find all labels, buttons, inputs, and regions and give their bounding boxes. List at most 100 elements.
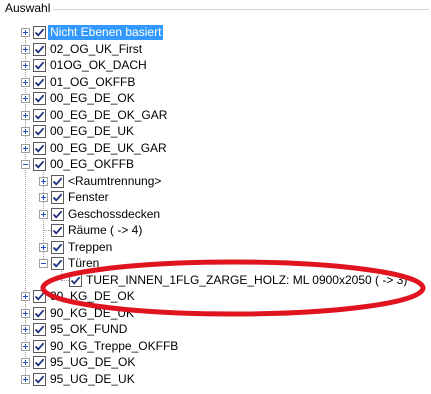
tree-item[interactable]: 00_EG_DE_OK	[21, 90, 137, 106]
tree-item-label: 01_OG_OKFFB	[50, 74, 136, 89]
tree-item-checkbox[interactable]	[51, 223, 64, 237]
expand-icon[interactable]	[21, 27, 30, 37]
tree-item[interactable]: Räume ( -> 4)	[39, 222, 144, 238]
tree-item[interactable]: 01_OG_OKFFB	[21, 74, 137, 90]
tree-item-label: 01OG_OK_DACH	[50, 57, 147, 72]
tree-item[interactable]: Türen	[39, 255, 101, 271]
expand-icon[interactable]	[39, 192, 48, 202]
checkmark-icon	[52, 259, 63, 268]
tree-item[interactable]: TUER_INNEN_1FLG_ZARGE_HOLZ: ML 0900x2050…	[57, 272, 409, 288]
checkmark-icon	[34, 127, 45, 136]
tree-item[interactable]: 95_UG_DE_OK	[21, 354, 137, 370]
tree-item-label: 02_OG_UK_First	[50, 41, 143, 56]
checkmark-icon	[52, 193, 63, 202]
tree-item-checkbox[interactable]	[33, 42, 46, 56]
tree-item[interactable]: 95_UG_DE_UK	[21, 371, 137, 387]
expand-icon[interactable]	[21, 374, 30, 384]
expand-icon[interactable]	[21, 110, 30, 120]
tree-item-checkbox[interactable]	[33, 108, 46, 122]
tree-item-checkbox[interactable]	[51, 256, 64, 270]
expand-icon[interactable]	[21, 93, 30, 103]
checkmark-icon	[34, 358, 45, 367]
expand-icon[interactable]	[21, 44, 30, 54]
tree-item-checkbox[interactable]	[51, 240, 64, 254]
collapse-icon[interactable]	[39, 258, 48, 268]
expand-icon[interactable]	[21, 77, 30, 87]
checkmark-icon	[34, 375, 45, 384]
tree-item[interactable]: 02_OG_UK_First	[21, 41, 144, 57]
tree-item[interactable]: 00_EG_DE_UK_GAR	[21, 140, 169, 156]
tree-item-checkbox[interactable]	[33, 124, 46, 138]
tree-item-checkbox[interactable]	[33, 75, 46, 89]
tree-item-checkbox[interactable]	[51, 207, 64, 221]
tree-item-checkbox[interactable]	[33, 141, 46, 155]
tree-item-label: Fenster	[68, 189, 109, 204]
tree-item-checkbox[interactable]	[33, 355, 46, 369]
tree-item-label: Räume ( -> 4)	[68, 222, 143, 237]
checkmark-icon	[52, 226, 63, 235]
expand-icon[interactable]	[39, 209, 48, 219]
tree-item[interactable]: Treppen	[39, 239, 114, 255]
tree-item-label: <Raumtrennung>	[68, 173, 162, 188]
checkmark-icon	[34, 78, 45, 87]
tree-item-checkbox[interactable]	[51, 174, 64, 188]
tree-item-label: 00_EG_DE_UK_GAR	[50, 140, 167, 155]
tree-item-label: 90_KG_DE_UK	[50, 305, 135, 320]
tree-item[interactable]: 90_KG_DE_UK	[21, 305, 136, 321]
expand-icon[interactable]	[21, 291, 30, 301]
expand-icon[interactable]	[21, 308, 30, 318]
tree-item-checkbox[interactable]	[33, 157, 46, 171]
tree-item-label: 95_UG_DE_OK	[50, 354, 136, 369]
tree-item-checkbox[interactable]	[33, 25, 46, 39]
expand-icon[interactable]	[21, 143, 30, 153]
tree-item[interactable]: 00_EG_DE_UK	[21, 123, 136, 139]
checkmark-icon	[34, 325, 45, 334]
tree-item-checkbox[interactable]	[33, 58, 46, 72]
expand-icon[interactable]	[39, 242, 48, 252]
tree-item[interactable]: <Raumtrennung>	[39, 173, 163, 189]
expand-icon[interactable]	[21, 357, 30, 367]
tree-item[interactable]: Geschossdecken	[39, 206, 162, 222]
tree-item-label: 90_KG_DE_OK	[50, 288, 135, 303]
tree-item[interactable]: Nicht Ebenen basiert	[21, 24, 164, 40]
checkmark-icon	[52, 177, 63, 186]
tree-item[interactable]: Fenster	[39, 189, 111, 205]
expand-icon[interactable]	[21, 60, 30, 70]
checkmark-icon	[52, 210, 63, 219]
tree-item[interactable]: 00_EG_OKFFB	[21, 156, 136, 172]
tree-item-label: Türen	[68, 255, 100, 270]
checkmark-icon	[34, 144, 45, 153]
tree-item-checkbox[interactable]	[33, 91, 46, 105]
tree-item-checkbox[interactable]	[33, 339, 46, 353]
collapse-icon[interactable]	[21, 159, 30, 169]
checkmark-icon	[52, 243, 63, 252]
tree-item-checkbox[interactable]	[33, 322, 46, 336]
tree-item[interactable]: 90_KG_DE_OK	[21, 288, 137, 304]
tree-item[interactable]: 00_EG_DE_OK_GAR	[21, 107, 169, 123]
tree-item[interactable]: 01OG_OK_DACH	[21, 57, 149, 73]
checkmark-icon	[34, 61, 45, 70]
tree-item-checkbox[interactable]	[33, 372, 46, 386]
checkmark-icon	[34, 342, 45, 351]
tree-item[interactable]: 95_OK_FUND	[21, 321, 129, 337]
tree-view[interactable]: Nicht Ebenen basiert 02_OG_UK_First 01OG_O…	[0, 0, 431, 394]
tree-item-checkbox[interactable]	[33, 306, 46, 320]
expand-icon[interactable]	[21, 126, 30, 136]
tree-item-label: 95_UG_DE_UK	[50, 371, 135, 386]
checkmark-icon	[34, 292, 45, 301]
tree-item-label: TUER_INNEN_1FLG_ZARGE_HOLZ: ML 0900x2050…	[86, 272, 408, 287]
tree-item-label: 00_EG_DE_OK_GAR	[50, 107, 168, 122]
tree-item-label: 95_OK_FUND	[50, 321, 128, 336]
expand-icon[interactable]	[21, 324, 30, 334]
expand-icon[interactable]	[21, 341, 30, 351]
expand-icon[interactable]	[39, 176, 48, 186]
tree-item[interactable]: 90_KG_Treppe_OKFFB	[21, 338, 180, 354]
tree-item-checkbox[interactable]	[51, 190, 64, 204]
tree-item-label: 00_EG_DE_UK	[50, 123, 135, 138]
tree-item-checkbox[interactable]	[33, 289, 46, 303]
tree-item-checkbox[interactable]	[69, 273, 82, 287]
checkmark-icon	[34, 94, 45, 103]
checkmark-icon	[70, 276, 81, 285]
tree-item-label: 00_EG_OKFFB	[50, 156, 135, 171]
checkmark-icon	[34, 28, 45, 37]
